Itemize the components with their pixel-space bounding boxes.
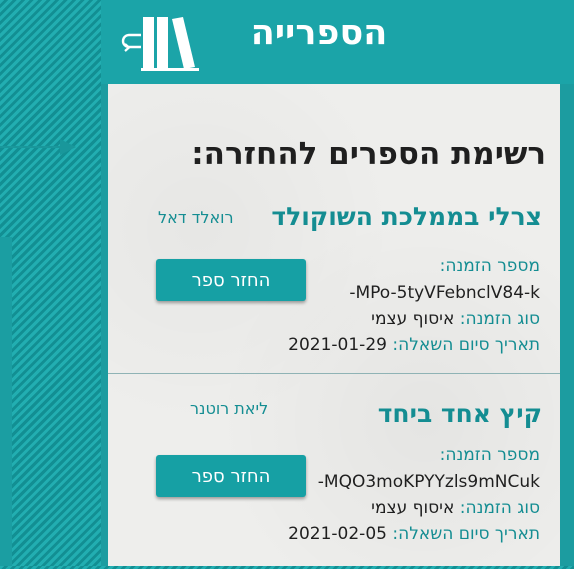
library-books-icon — [141, 14, 201, 72]
end-date-row: תאריך סיום השאלה: 2021-01-29 — [288, 335, 540, 355]
end-date-value: 2021-02-05 — [288, 524, 387, 544]
book-card: צרלי בממלכת השוקולד רואלד דאל החזר ספר מ… — [108, 202, 560, 372]
annotation-arrowhead-icon — [60, 139, 76, 155]
content-panel: רשימת הספרים להחזרה: צרלי בממלכת השוקולד… — [108, 84, 560, 566]
book-author: ליאת רוטנר — [190, 399, 269, 418]
book-title: צרלי בממלכת השוקולד — [271, 202, 542, 231]
end-date-row: תאריך סיום השאלה: 2021-02-05 — [288, 524, 540, 544]
order-number-value: -MPo-5tyVFebnclV84-k — [349, 283, 540, 303]
end-date-label: תאריך סיום השאלה: — [392, 335, 540, 355]
order-type-value: איסוף עצמי — [371, 309, 455, 329]
order-type-label: סוג הזמנה: — [459, 309, 540, 329]
divider — [108, 373, 560, 374]
order-number-value: -MQO3moKPYYzls9mNCuk — [317, 472, 540, 492]
book-card: קיץ אחד ביחד ליאת רוטנר החזר ספר מספר הז… — [108, 399, 560, 569]
order-number-label: מספר הזמנה: — [440, 445, 540, 465]
end-date-label: תאריך סיום השאלה: — [392, 524, 540, 544]
return-book-button[interactable]: החזר ספר — [156, 455, 306, 497]
order-type-row: סוג הזמנה: איסוף עצמי — [371, 498, 540, 518]
book-title: קיץ אחד ביחד — [377, 399, 542, 428]
background-bar — [0, 237, 12, 566]
order-number-label-text: מספר הזמנה: — [439, 445, 540, 465]
page-title: רשימת הספרים להחזרה: — [191, 136, 546, 172]
return-book-button[interactable]: החזר ספר — [156, 259, 306, 301]
order-type-row: סוג הזמנה: איסוף עצמי — [371, 309, 540, 329]
order-number-label-text: מספר הזמנה: — [439, 256, 540, 276]
order-number-label: מספר הזמנה: — [440, 256, 540, 276]
app-title: הספרייה — [250, 13, 388, 53]
book-author: רואלד דאל — [158, 208, 234, 227]
app-header: הספרייה — [101, 0, 574, 84]
annotation-arrow-icon — [0, 146, 62, 148]
order-type-value: איסוף עצמי — [371, 498, 455, 518]
end-date-value: 2021-01-29 — [288, 335, 387, 355]
order-type-label: סוג הזמנה: — [459, 498, 540, 518]
app-screen: הספרייה רשימת הספרים להחזרה: צרלי בממלכת… — [101, 0, 574, 566]
